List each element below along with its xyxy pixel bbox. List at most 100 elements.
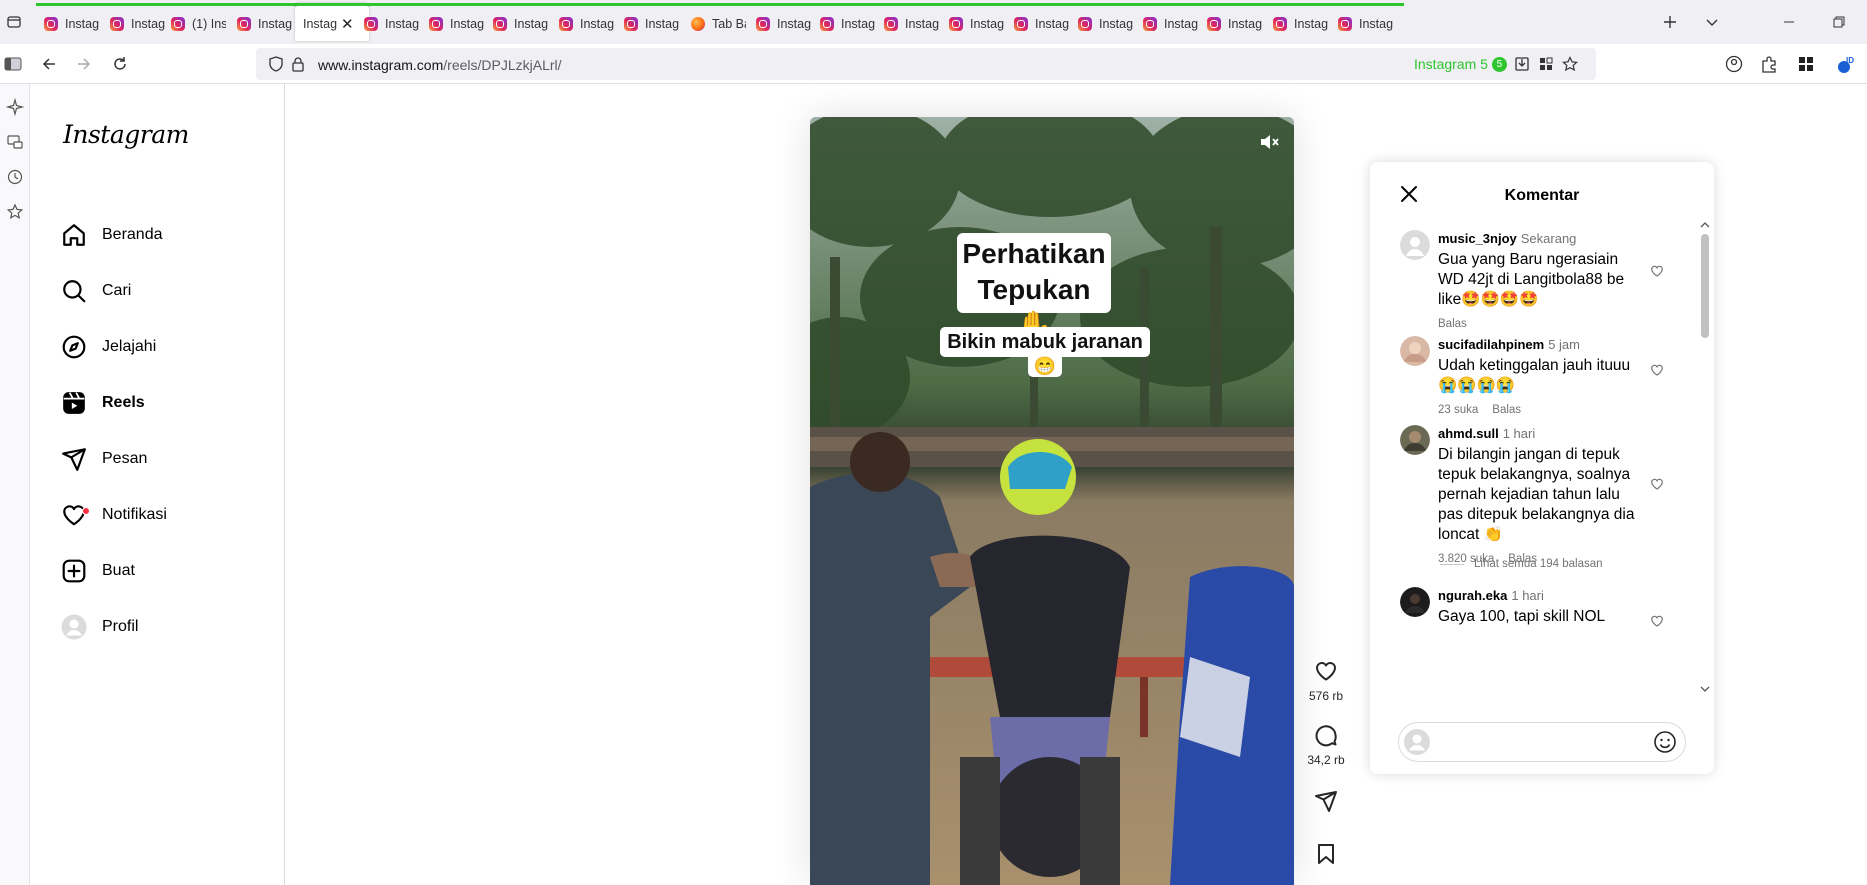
comment-action[interactable]: 34,2 rb bbox=[1295, 723, 1357, 767]
view-replies-link[interactable]: Lihat semua 194 balasan bbox=[1440, 558, 1603, 570]
nav-item-cari[interactable]: Cari bbox=[60, 269, 131, 313]
sidebar-toggle-icon[interactable] bbox=[0, 52, 26, 76]
extensions-grid-icon[interactable] bbox=[1534, 52, 1558, 76]
browser-tab[interactable]: (1) Instagram bbox=[163, 3, 237, 41]
video-caption-title: Perhatikan Tepukan ✋ bbox=[957, 233, 1111, 341]
emoji-smiley-icon[interactable] bbox=[1653, 730, 1677, 754]
instagram-icon bbox=[1338, 16, 1352, 31]
browser-tab[interactable]: Instagram bbox=[421, 3, 495, 41]
save-action[interactable] bbox=[1295, 842, 1357, 866]
browser-tab[interactable]: Instagram bbox=[1265, 3, 1339, 41]
account-icon[interactable] bbox=[1722, 52, 1746, 76]
scroll-down-icon[interactable] bbox=[1698, 684, 1712, 694]
tab-list-icon[interactable] bbox=[0, 9, 28, 35]
back-arrow-icon[interactable] bbox=[37, 52, 61, 76]
browser-tab[interactable]: Instagram bbox=[1199, 3, 1273, 41]
scrollbar-thumb[interactable] bbox=[1701, 234, 1709, 338]
tab-title: Instagram bbox=[514, 16, 548, 31]
scroll-up-icon[interactable] bbox=[1698, 220, 1712, 230]
ai-sparkle-icon[interactable] bbox=[6, 98, 24, 116]
commenter-avatar[interactable] bbox=[1400, 425, 1430, 455]
comment-username[interactable]: sucifadilahpinem bbox=[1438, 337, 1544, 352]
nav-item-notifikasi[interactable]: Notifikasi bbox=[60, 493, 167, 537]
container-badge[interactable]: Instagram 5 5 bbox=[1414, 56, 1507, 72]
reload-icon[interactable] bbox=[108, 52, 132, 76]
apps-grid-icon[interactable] bbox=[1794, 52, 1818, 76]
browser-tab[interactable]: Tab Baru bbox=[683, 3, 757, 41]
comment-text: Udah ketinggalan jauh ituuu😭😭😭😭 bbox=[1438, 357, 1631, 394]
url-path: /reels/DPJLzkjALrl/ bbox=[443, 57, 562, 73]
url-text[interactable]: www.instagram.com/reels/DPJLzkjALrl/ bbox=[318, 57, 562, 73]
commenter-avatar[interactable] bbox=[1400, 587, 1430, 617]
nav-item-label: Cari bbox=[102, 282, 132, 299]
comment-like-heart-icon[interactable] bbox=[1650, 363, 1664, 377]
comment-like-heart-icon[interactable] bbox=[1650, 264, 1664, 278]
browser-tab[interactable]: Instagram bbox=[1070, 3, 1144, 41]
bookmark-star-icon[interactable] bbox=[1558, 52, 1582, 76]
browser-tab[interactable]: Instagram bbox=[876, 3, 950, 41]
browser-tab[interactable]: Instagram bbox=[748, 3, 822, 41]
nav-item-buat[interactable]: Buat bbox=[60, 549, 135, 593]
reel-video[interactable]: Perhatikan Tepukan ✋ Bikin mabuk jaranan… bbox=[810, 117, 1294, 885]
like-action[interactable]: 576 rb bbox=[1295, 659, 1357, 703]
tab-overflow-chevron-icon[interactable] bbox=[1700, 10, 1724, 34]
browser-sidebar bbox=[0, 84, 30, 885]
browser-tab[interactable]: Instagram bbox=[485, 3, 559, 41]
browser-tab[interactable]: Instagram bbox=[616, 3, 690, 41]
comment-username[interactable]: ahmd.sull bbox=[1438, 426, 1499, 441]
browser-tab[interactable]: Instagram bbox=[812, 3, 886, 41]
close-tab-icon[interactable]: ✕ bbox=[341, 15, 354, 33]
comment-username[interactable]: ngurah.eka bbox=[1438, 588, 1507, 603]
new-tab-icon[interactable] bbox=[1658, 10, 1682, 34]
home-icon bbox=[60, 221, 88, 249]
save-bookmark-icon[interactable] bbox=[1314, 842, 1338, 866]
search-icon bbox=[60, 277, 88, 305]
comment-bubble-icon[interactable] bbox=[1314, 723, 1338, 747]
comments-scrollbar[interactable] bbox=[1698, 220, 1712, 694]
instagram-icon bbox=[110, 16, 124, 31]
browser-tab[interactable]: Instagram bbox=[1330, 3, 1404, 41]
synced-tabs-icon[interactable] bbox=[6, 133, 24, 151]
browser-tab[interactable]: Instagram bbox=[229, 3, 303, 41]
comment-input[interactable] bbox=[1398, 722, 1686, 762]
restore-window-icon[interactable] bbox=[1827, 10, 1851, 34]
address-bar[interactable]: www.instagram.com/reels/DPJLzkjALrl/ Ins… bbox=[256, 48, 1596, 80]
puzzle-extensions-icon[interactable] bbox=[1757, 52, 1781, 76]
browser-tab[interactable]: Instagram bbox=[551, 3, 625, 41]
tracking-shield-icon[interactable] bbox=[264, 52, 288, 76]
comment-like-heart-icon[interactable] bbox=[1650, 477, 1664, 491]
browser-tab-bar: Instagram Instagram (1) Instagram Instagram… bbox=[0, 0, 1867, 44]
nav-item-pesan[interactable]: Pesan bbox=[60, 437, 147, 481]
reply-button[interactable]: Balas bbox=[1492, 404, 1521, 416]
commenter-avatar[interactable] bbox=[1400, 336, 1430, 366]
tab-title: (1) Instagram bbox=[192, 16, 226, 31]
extension-badge-icon[interactable]: ID bbox=[1835, 52, 1859, 76]
mute-icon[interactable] bbox=[1256, 129, 1282, 155]
reply-button[interactable]: Balas bbox=[1438, 318, 1467, 330]
history-clock-icon[interactable] bbox=[6, 168, 24, 186]
instagram-logo[interactable]: Instagram bbox=[63, 120, 189, 149]
browser-tab[interactable]: Instagram bbox=[941, 3, 1015, 41]
instagram-icon bbox=[756, 16, 770, 31]
nav-item-beranda[interactable]: Beranda bbox=[60, 213, 163, 257]
nav-item-label: Notifikasi bbox=[102, 506, 167, 523]
browser-tab[interactable]: Instagram bbox=[36, 3, 110, 41]
nav-item-profil[interactable]: Profil bbox=[60, 605, 138, 649]
forward-arrow-icon[interactable] bbox=[72, 52, 96, 76]
like-heart-icon[interactable] bbox=[1314, 659, 1338, 683]
bookmarks-star-icon[interactable] bbox=[6, 203, 24, 221]
instagram-icon bbox=[364, 16, 378, 31]
commenter-avatar[interactable] bbox=[1400, 230, 1430, 260]
nav-item-jelajahi[interactable]: Jelajahi bbox=[60, 325, 156, 369]
browser-tab[interactable]: Instagram bbox=[356, 3, 430, 41]
comment-username[interactable]: music_3njoy bbox=[1438, 231, 1517, 246]
nav-item-reels[interactable]: Reels bbox=[60, 381, 145, 425]
share-send-icon[interactable] bbox=[1314, 789, 1338, 813]
browser-tab[interactable]: Instagram bbox=[1135, 3, 1209, 41]
minimize-window-icon[interactable] bbox=[1777, 10, 1801, 34]
lock-icon[interactable] bbox=[286, 52, 310, 76]
share-action[interactable] bbox=[1295, 789, 1357, 813]
comment-like-heart-icon[interactable] bbox=[1650, 614, 1664, 628]
save-to-pocket-icon[interactable] bbox=[1510, 52, 1534, 76]
browser-tab[interactable]: Instagram bbox=[1006, 3, 1080, 41]
